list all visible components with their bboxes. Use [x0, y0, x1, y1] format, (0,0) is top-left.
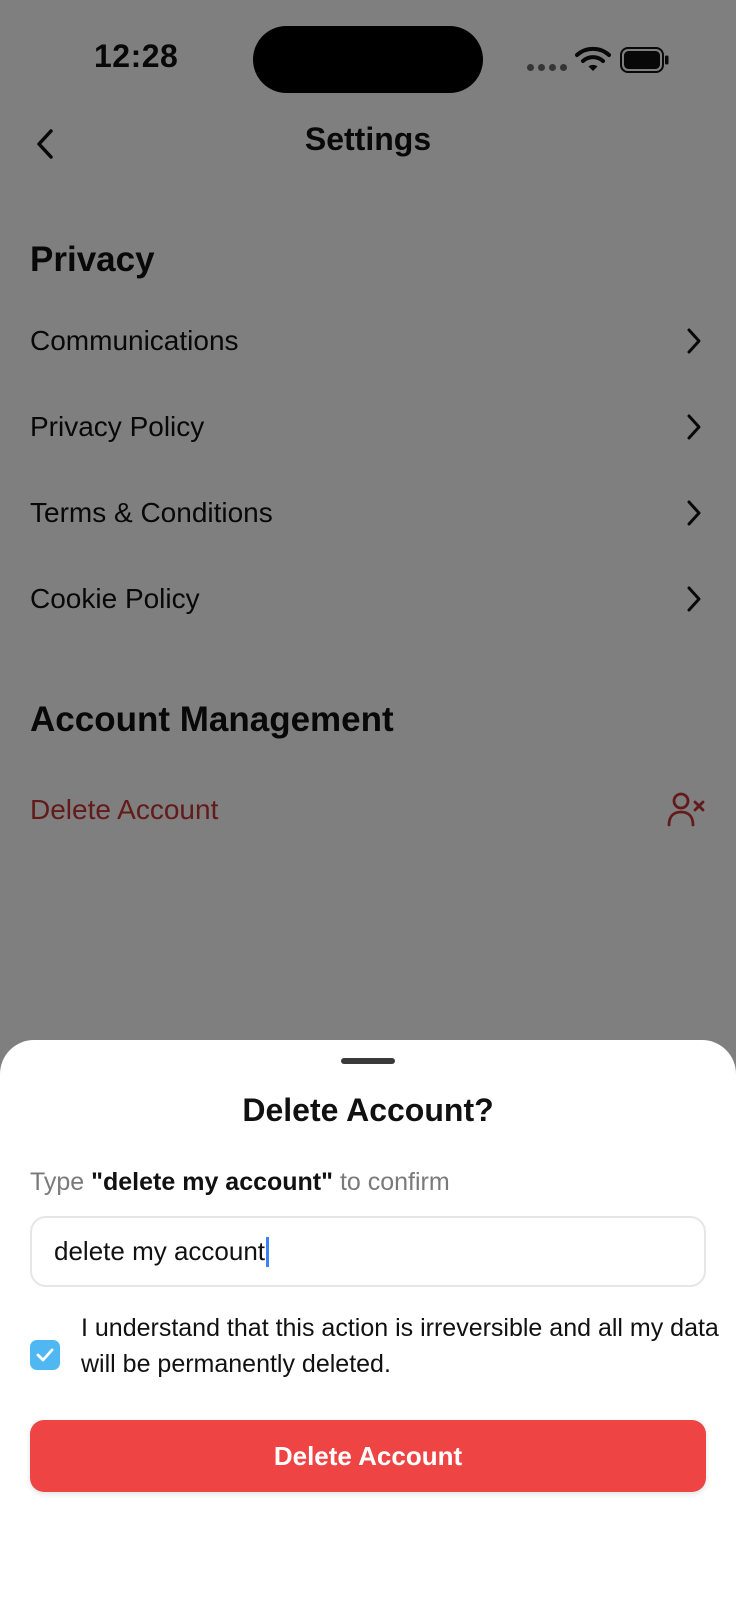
text-caret — [266, 1236, 270, 1267]
sheet-title: Delete Account? — [242, 1092, 494, 1128]
delete-account-button[interactable]: Delete Account — [30, 1420, 706, 1492]
acknowledge-label: I understand that this action is irrever… — [81, 1314, 719, 1378]
confirm-hint: Type "delete my account" to confirm — [30, 1168, 450, 1197]
sheet-grabber[interactable] — [341, 1058, 395, 1064]
settings-screen: 12:28 Settings Privacy Communications Pr… — [0, 0, 736, 1600]
acknowledge-checkbox[interactable] — [30, 1340, 60, 1370]
confirm-input-value: delete my account — [54, 1236, 266, 1266]
confirm-hint-suffix: to confirm — [333, 1168, 450, 1196]
confirm-hint-prefix: Type — [30, 1168, 92, 1196]
confirm-phrase-input[interactable]: delete my account — [30, 1216, 706, 1287]
confirm-hint-phrase: "delete my account" — [91, 1168, 333, 1196]
checkmark-icon — [36, 1348, 54, 1362]
delete-account-sheet: Delete Account? Type "delete my account"… — [0, 1040, 736, 1600]
